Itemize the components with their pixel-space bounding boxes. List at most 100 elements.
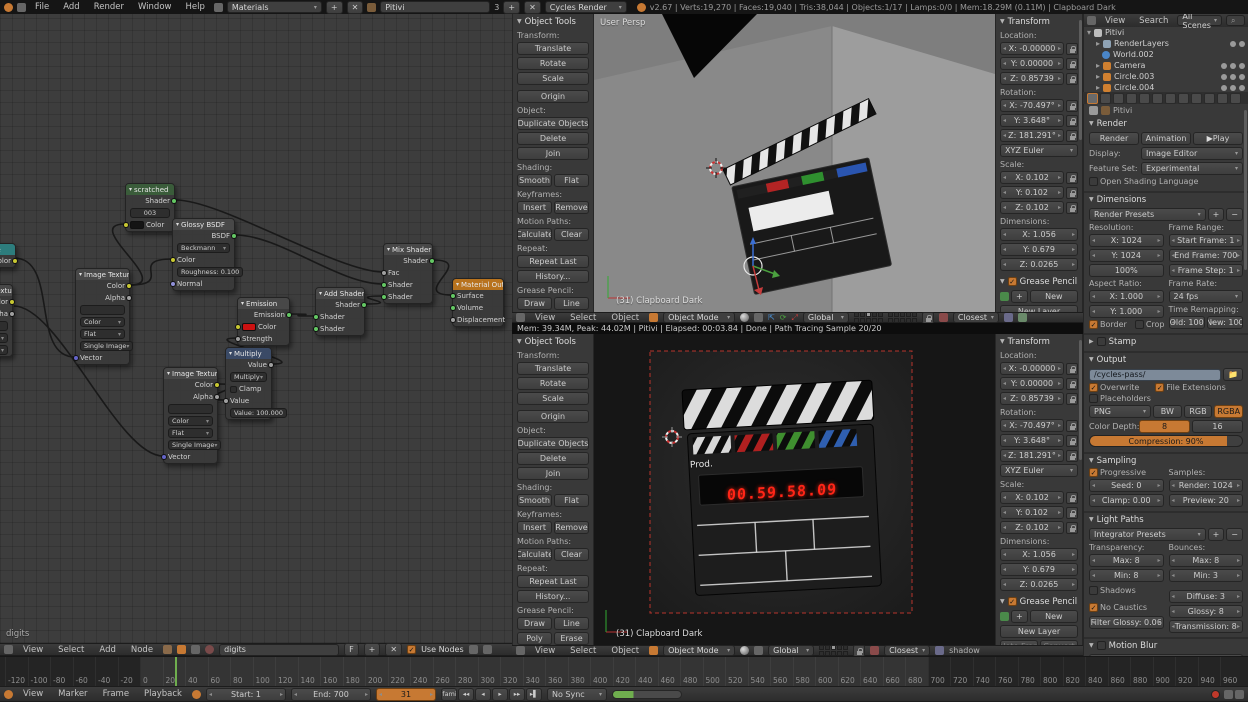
node-socket[interactable] [214, 382, 220, 388]
node-socket[interactable] [381, 270, 387, 276]
gp-poly-button[interactable]: Poly [517, 632, 552, 645]
preview-samples-field[interactable]: Preview: 20 [1169, 494, 1244, 507]
node-row[interactable] [76, 304, 129, 316]
frame-rate-select[interactable]: 24 fps [1169, 290, 1244, 303]
menu-render[interactable]: Render [89, 2, 129, 12]
seed-field[interactable]: Seed: 0 [1089, 479, 1164, 492]
shadows-checkbox[interactable] [1089, 586, 1098, 595]
node-image-texture[interactable]: Image TextureColorAlphaColorFlatSingle I… [75, 268, 130, 365]
preset-remove-button[interactable]: − [1226, 208, 1243, 221]
aspect-x-field[interactable]: X: 1.000 [1089, 290, 1164, 303]
lock-icon[interactable] [1066, 43, 1078, 55]
node-dropdown[interactable]: Flat [0, 345, 8, 355]
node-menu-select[interactable]: Select [53, 645, 89, 655]
insert-keyframe-button[interactable]: Insert [517, 521, 552, 534]
transmission-bounces-field[interactable]: Transmission: 8 [1169, 620, 1244, 633]
node-socket[interactable] [381, 294, 387, 300]
node-row[interactable]: Single Image [76, 340, 129, 352]
node-dropdown[interactable]: Single Image [80, 341, 133, 351]
feature-set-select[interactable]: Experimental [1141, 162, 1243, 175]
panel-light-paths-header[interactable]: Light Paths [1084, 513, 1248, 526]
panel-grease-pencil[interactable]: Grease Pencil [996, 595, 1082, 608]
layers-widget[interactable] [819, 645, 848, 656]
lock-icon[interactable] [1066, 130, 1078, 142]
node-header[interactable]: Mix Shader [384, 244, 432, 255]
lock-icon[interactable] [1066, 172, 1078, 184]
orientation-select[interactable]: Global [768, 645, 814, 656]
lock-icon[interactable] [853, 645, 865, 657]
tab-data-icon[interactable] [1178, 93, 1189, 104]
editor-type-icon[interactable] [17, 3, 26, 12]
outliner-row-renderlayers[interactable]: ▸RenderLayers [1084, 38, 1248, 49]
history-button[interactable]: History... [517, 270, 589, 283]
node-field[interactable]: Value: 100.000 [230, 408, 287, 418]
node-checkbox[interactable] [230, 386, 237, 393]
flat-button[interactable]: Flat [554, 494, 589, 507]
repeat-last-button[interactable]: Repeat Last [517, 575, 589, 588]
rotation-y-field[interactable]: Y: 3.648° [1000, 114, 1064, 127]
editor-type-icon[interactable] [4, 645, 13, 654]
outliner-row-circle-003[interactable]: ▸Circle.003 [1084, 71, 1248, 82]
scale-button[interactable]: Scale [517, 72, 589, 85]
node-socket[interactable] [313, 326, 319, 332]
node-header[interactable]: Glossy BSDF [173, 219, 234, 230]
node-header[interactable]: scratched [126, 184, 174, 195]
node-header[interactable]: Image Texture [76, 269, 129, 280]
snap-element-select[interactable]: Closest [953, 312, 999, 323]
node-socket[interactable] [12, 258, 18, 264]
auto-keyframe-record-icon[interactable] [1211, 690, 1220, 699]
playback-button-4[interactable]: ▸▸ [509, 688, 525, 701]
location-x-field[interactable]: X: -0.00000 [1000, 362, 1064, 375]
scale-y-field[interactable]: Y: 0.102 [1000, 186, 1064, 199]
outliner-row-camera[interactable]: ▸Camera [1084, 60, 1248, 71]
current-frame-field[interactable]: 31 [376, 688, 436, 701]
remove-keyframe-button[interactable]: Remove [554, 521, 589, 534]
dimension-z-field[interactable]: Z: 0.0265 [1000, 578, 1078, 591]
node-socket[interactable] [231, 233, 237, 239]
layers-widget[interactable] [854, 312, 883, 323]
rotation-mode-select[interactable]: XYZ Euler [1000, 144, 1078, 157]
node-header[interactable]: Image Texture [164, 368, 217, 379]
manipulator-scale-icon[interactable]: ⤢ [792, 313, 798, 323]
node-row[interactable]: Clamp [226, 383, 271, 395]
scrollbar[interactable] [1079, 20, 1082, 140]
node-field[interactable]: Roughness: 0.100 [177, 267, 243, 277]
lock-icon[interactable] [1066, 420, 1078, 432]
node-header[interactable]: Multiply [226, 348, 271, 359]
node-dropdown[interactable]: Multiply [230, 372, 267, 382]
mode-select[interactable]: Object Mode [663, 312, 735, 323]
gp-line-button[interactable]: Line [554, 297, 589, 310]
gp-add-button[interactable]: + [1011, 290, 1028, 303]
resolution-y-field[interactable]: Y: 1024 [1089, 249, 1164, 262]
tab-particles-icon[interactable] [1217, 93, 1228, 104]
outliner-row-world[interactable]: World.002 [1084, 49, 1248, 60]
node-socket[interactable] [286, 312, 292, 318]
color-swatch[interactable] [242, 323, 256, 331]
playback-button-1[interactable]: ◂◂ [458, 688, 474, 701]
manipulator-translate-icon[interactable]: ⇱ [768, 313, 775, 322]
node-row[interactable]: 003 [126, 207, 174, 219]
screen-layout-icon[interactable] [214, 3, 223, 12]
use-nodes-checkbox[interactable] [407, 645, 416, 654]
bounces-min-field[interactable]: Min: 3 [1169, 569, 1244, 582]
rotate-button[interactable]: Rotate [517, 57, 589, 70]
world-node-tree-icon[interactable] [191, 645, 200, 654]
node-image-texture[interactable]: Image TextureColorAlphaColorFlat [0, 284, 13, 357]
node-row[interactable]: Beckmann [173, 242, 234, 254]
remap-old-field[interactable]: Old: 100 [1169, 316, 1205, 329]
material-unlink-button[interactable]: ✕ [385, 643, 402, 656]
panel-transform[interactable]: Transform [996, 335, 1082, 348]
motion-blur-checkbox[interactable] [1097, 641, 1106, 650]
render-button[interactable]: Render [1089, 132, 1139, 145]
vp-menu-select[interactable]: Select [565, 313, 601, 323]
lock-icon[interactable] [1066, 435, 1078, 447]
scene-delete-button[interactable]: ✕ [524, 1, 541, 14]
lock-icon[interactable] [1066, 115, 1078, 127]
menu-window[interactable]: Window [133, 2, 177, 12]
snap-icon[interactable] [469, 645, 478, 654]
scrollbar[interactable] [1079, 340, 1082, 460]
screen-delete-button[interactable]: ✕ [347, 1, 364, 14]
node-row[interactable]: Value: 100.000 [226, 407, 271, 419]
timeline-menu-marker[interactable]: Marker [53, 689, 92, 699]
location-x-field[interactable]: X: -0.00000 [1000, 42, 1064, 55]
